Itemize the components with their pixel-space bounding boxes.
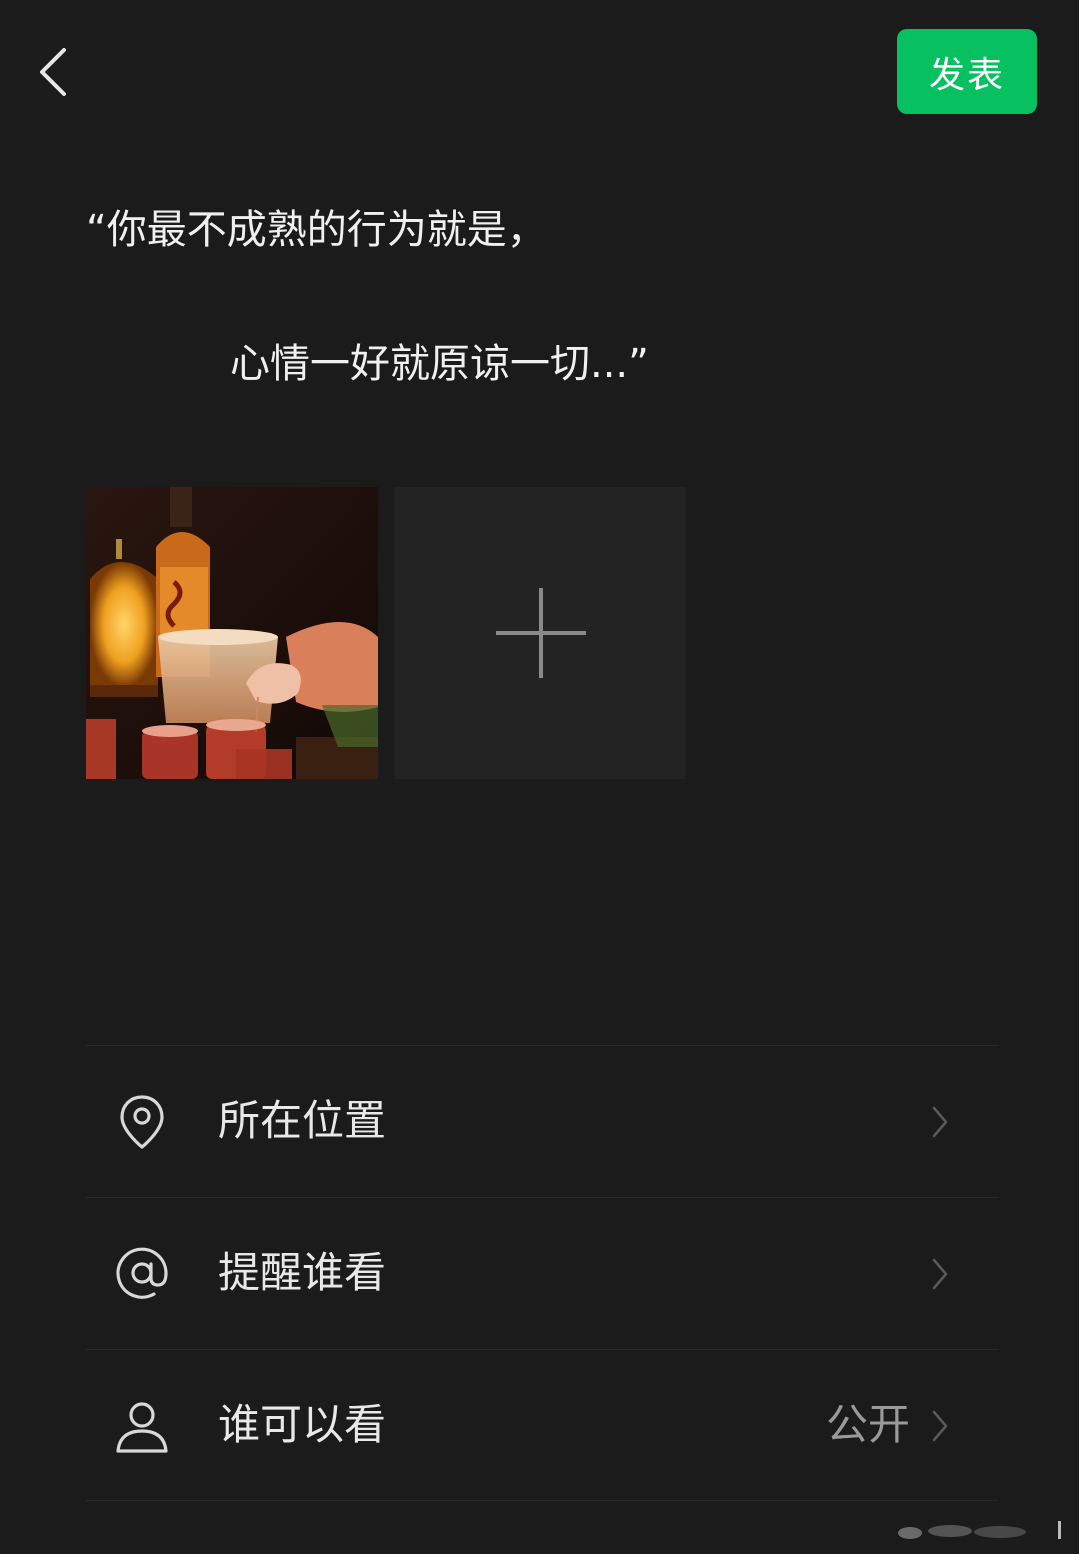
- chevron-right-icon: [932, 1410, 948, 1442]
- option-location-label: 所在位置: [218, 1096, 387, 1145]
- option-visibility-value: 公开: [825, 1400, 910, 1449]
- option-mention[interactable]: 提醒谁看: [86, 1198, 998, 1348]
- option-visibility-label: 谁可以看: [218, 1400, 387, 1449]
- cocktail-pour-photo: [86, 487, 378, 779]
- top-bar: 发表: [0, 0, 1079, 140]
- post-text-line-2: 心情一好就原谅一切...”: [230, 341, 649, 387]
- chevron-right-icon: [932, 1258, 948, 1290]
- back-button[interactable]: [30, 42, 76, 102]
- photo-thumbnail[interactable]: [86, 487, 378, 779]
- watermark: [898, 1521, 1061, 1539]
- at-sign-icon: [116, 1247, 168, 1299]
- divider: [86, 1500, 998, 1501]
- chevron-left-icon: [40, 48, 66, 96]
- add-photo-button[interactable]: [394, 487, 686, 779]
- location-pin-icon: [120, 1095, 164, 1150]
- post-text-line-1: “你最不成熟的行为就是，: [86, 207, 547, 253]
- option-visibility[interactable]: 谁可以看 公开: [86, 1350, 998, 1500]
- option-mention-label: 提醒谁看: [218, 1248, 387, 1297]
- person-icon: [116, 1402, 168, 1453]
- publish-button[interactable]: 发表: [897, 29, 1037, 114]
- option-location[interactable]: 所在位置: [86, 1046, 998, 1196]
- chevron-right-icon: [932, 1106, 948, 1138]
